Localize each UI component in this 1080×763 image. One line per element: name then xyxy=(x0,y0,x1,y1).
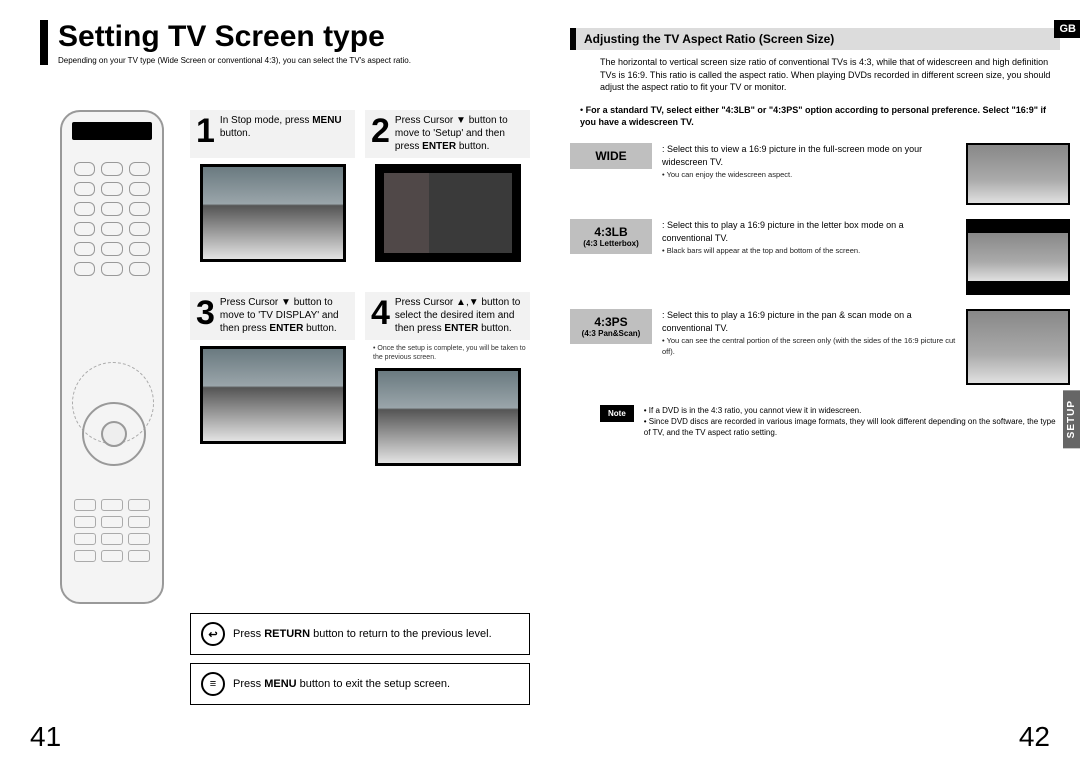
option-label-ps: 4:3PS (4:3 Pan&Scan) xyxy=(570,309,652,344)
menu-info: ≡ Press MENU button to exit the setup sc… xyxy=(190,663,530,705)
section-heading: Adjusting the TV Aspect Ratio (Screen Si… xyxy=(570,28,1060,50)
step-number: 2 xyxy=(371,114,390,148)
page-subtitle: Depending on your TV type (Wide Screen o… xyxy=(58,56,540,65)
return-info: ↩ Press RETURN button to return to the p… xyxy=(190,613,530,655)
thumb-panscan-icon xyxy=(966,309,1070,385)
option-desc-ps: : Select this to play a 16:9 picture in … xyxy=(662,309,956,357)
steps-container: 1 In Stop mode, press MENU button. 2 Pre… xyxy=(190,110,530,476)
step-text: In Stop mode, press MENU button. xyxy=(220,114,349,140)
step-1: 1 In Stop mode, press MENU button. xyxy=(190,110,355,262)
option-panscan: 4:3PS (4:3 Pan&Scan) : Select this to pl… xyxy=(570,309,1070,385)
section-intro: The horizontal to vertical screen size r… xyxy=(600,56,1060,94)
page-number-right: 42 xyxy=(1019,721,1050,753)
page-right: GB Adjusting the TV Aspect Ratio (Screen… xyxy=(540,0,1080,763)
step-3: 3 Press Cursor ▼ button to move to 'TV D… xyxy=(190,292,355,466)
screenshot-4 xyxy=(375,368,521,466)
option-letterbox: 4:3LB (4:3 Letterbox) : Select this to p… xyxy=(570,219,1070,295)
step-number: 1 xyxy=(196,114,215,148)
language-tag: GB xyxy=(1054,20,1080,38)
step-text: Press Cursor ▼ button to move to 'Setup'… xyxy=(395,114,524,153)
note-badge: Note xyxy=(600,405,634,422)
thumb-letterbox-icon xyxy=(966,219,1070,295)
step-number: 3 xyxy=(196,296,215,330)
bottom-info: ↩ Press RETURN button to return to the p… xyxy=(190,613,530,713)
thumb-wide-icon xyxy=(966,143,1070,205)
remote-control-illustration xyxy=(60,110,164,604)
option-desc-wide: : Select this to view a 16:9 picture in … xyxy=(662,143,956,181)
step-2: 2 Press Cursor ▼ button to move to 'Setu… xyxy=(365,110,530,262)
option-wide: WIDE : Select this to view a 16:9 pictur… xyxy=(570,143,1070,205)
page-left: Setting TV Screen type Depending on your… xyxy=(0,0,540,763)
option-label-wide: WIDE xyxy=(570,143,652,169)
step-4-note: • Once the setup is complete, you will b… xyxy=(373,344,530,362)
step-text: Press Cursor ▲,▼ button to select the de… xyxy=(395,296,524,335)
note-block: Note • If a DVD is in the 4:3 ratio, you… xyxy=(600,405,1060,439)
option-label-lb: 4:3LB (4:3 Letterbox) xyxy=(570,219,652,254)
screenshot-1 xyxy=(200,164,346,262)
menu-icon: ≡ xyxy=(201,672,225,696)
title-block: Setting TV Screen type Depending on your… xyxy=(40,20,540,65)
guidance-bullet: • For a standard TV, select either "4:3L… xyxy=(580,104,1060,129)
screenshot-2-osd xyxy=(375,164,521,262)
step-4: 4 Press Cursor ▲,▼ button to select the … xyxy=(365,292,530,466)
page-number-left: 41 xyxy=(30,721,61,753)
return-icon: ↩ xyxy=(201,622,225,646)
side-tab-setup: SETUP xyxy=(1063,390,1080,448)
page-title: Setting TV Screen type xyxy=(58,20,540,54)
step-text: Press Cursor ▼ button to move to 'TV DIS… xyxy=(220,296,349,335)
option-desc-lb: : Select this to play a 16:9 picture in … xyxy=(662,219,956,257)
step-number: 4 xyxy=(371,296,390,330)
note-text: • If a DVD is in the 4:3 ratio, you cann… xyxy=(644,405,1060,439)
screenshot-3 xyxy=(200,346,346,444)
